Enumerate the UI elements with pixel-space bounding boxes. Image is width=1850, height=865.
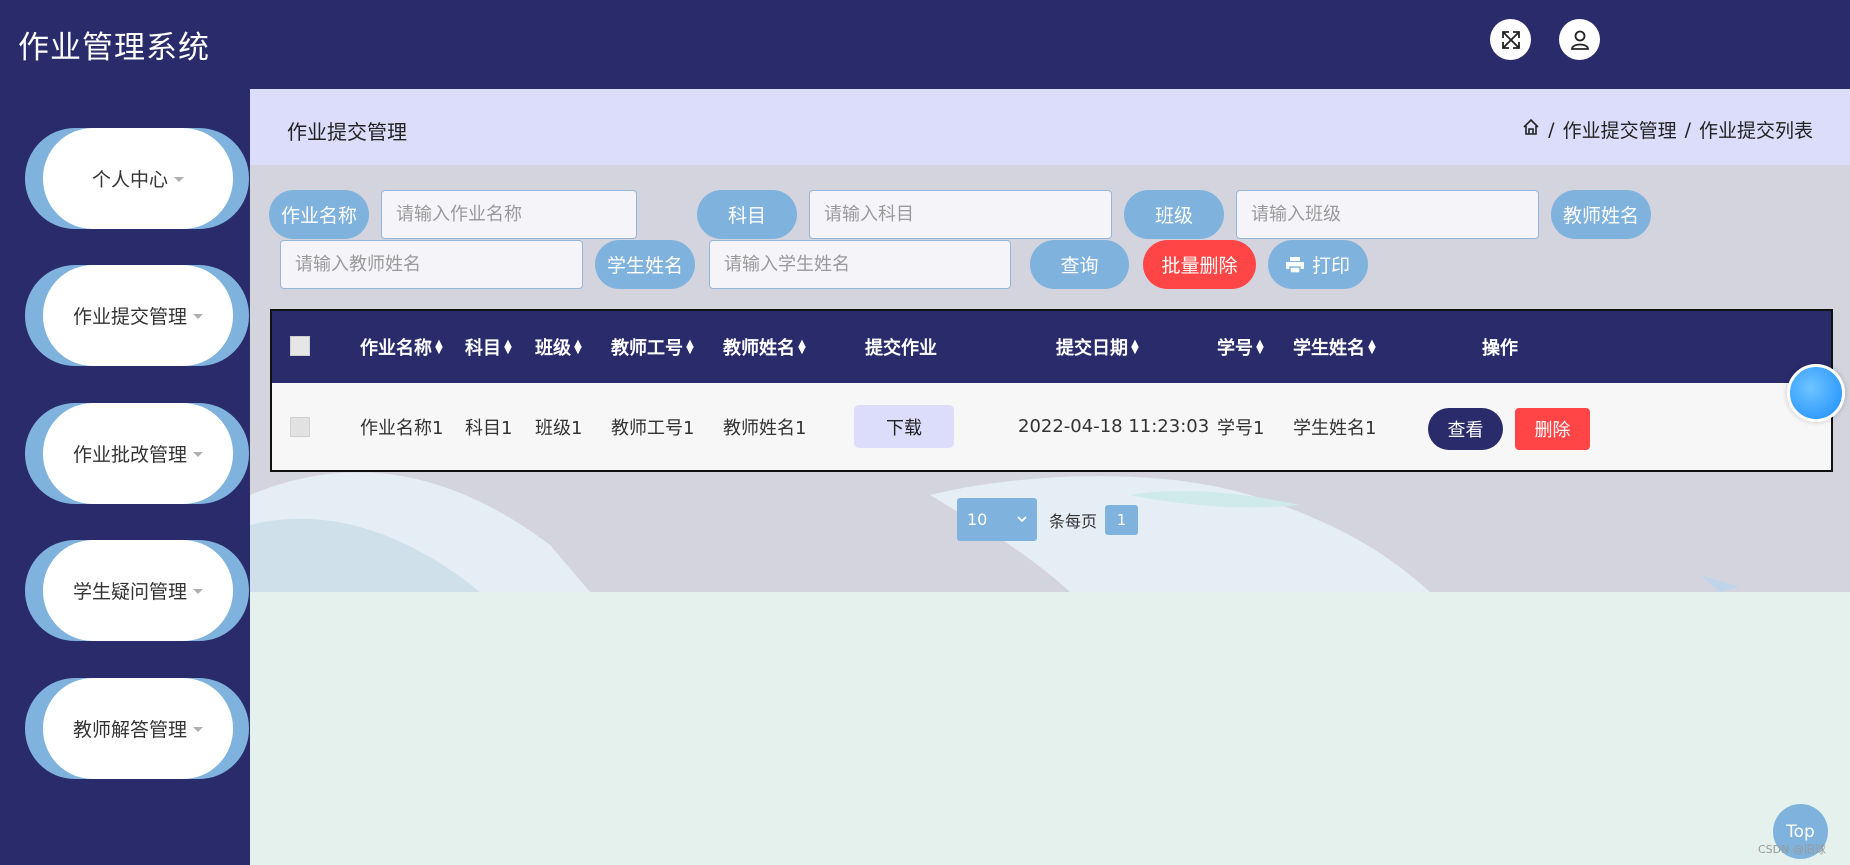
- main-content: 作业提交管理 / 作业提交管理 / 作业提交列表 作业名称 科目 班级 教师姓名…: [250, 89, 1850, 865]
- submission-table: 作业名称 ▲ ▼ 科目 ▲ ▼ 班级 ▲ ▼ 教师工号 ▲ ▼ 教师姓名 ▲ ▼ 提交作业 提交日期…: [270, 309, 1833, 472]
- watermark: CSDN @旧球: [1758, 843, 1826, 856]
- sidebar-item-question-management[interactable]: 学生疑问管理: [25, 540, 249, 641]
- search-label-teacher-name: 教师姓名: [1551, 190, 1651, 239]
- home-icon[interactable]: [1522, 118, 1540, 141]
- subject-input[interactable]: [809, 190, 1112, 239]
- view-button[interactable]: 查看: [1428, 408, 1503, 450]
- column-header-actions: 操作: [1482, 338, 1518, 359]
- print-button[interactable]: 打印: [1268, 240, 1368, 289]
- page-number-current[interactable]: 1: [1105, 505, 1138, 535]
- page-size-select[interactable]: 10: [957, 498, 1037, 541]
- cell-student-id: 学号1: [1217, 417, 1265, 439]
- sidebar-item-answer-management[interactable]: 教师解答管理: [25, 678, 249, 779]
- column-header-student-name[interactable]: 学生姓名 ▲ ▼: [1293, 311, 1377, 383]
- cell-teacher-id: 教师工号1: [611, 417, 695, 439]
- class-input[interactable]: [1236, 190, 1539, 239]
- user-icon[interactable]: [1559, 19, 1600, 60]
- sort-icon: ▲ ▼: [1131, 338, 1139, 356]
- cell-student-name: 学生姓名1: [1293, 417, 1377, 439]
- breadcrumb-item[interactable]: 作业提交管理: [1563, 116, 1677, 143]
- sidebar: 个人中心 作业提交管理 作业批改管理 学生疑问管理 教师解答管理: [0, 89, 250, 865]
- top-bar: 作业管理系统: [0, 0, 1850, 89]
- sidebar-item-grading-management[interactable]: 作业批改管理: [25, 403, 249, 504]
- breadcrumb-item: 作业提交列表: [1698, 120, 1813, 142]
- cell-class: 班级1: [535, 417, 583, 439]
- sidebar-item-label: 个人中心: [91, 169, 168, 191]
- select-all-checkbox[interactable]: [290, 336, 310, 356]
- column-header-submit-homework: 提交作业: [865, 338, 937, 359]
- teacher-name-input[interactable]: [280, 240, 583, 289]
- query-button[interactable]: 查询: [1030, 240, 1129, 289]
- column-header-submit-date[interactable]: 提交日期 ▲ ▼: [1056, 311, 1140, 383]
- row-checkbox[interactable]: [290, 417, 310, 437]
- delete-button[interactable]: 删除: [1515, 408, 1590, 450]
- breadcrumb-separator: /: [1684, 118, 1691, 141]
- breadcrumb-separator: /: [1548, 118, 1555, 141]
- sidebar-item-submission-management[interactable]: 作业提交管理: [25, 265, 249, 366]
- sort-icon: ▲ ▼: [1368, 338, 1376, 356]
- print-label: 打印: [1311, 255, 1350, 277]
- table-header: 作业名称 ▲ ▼ 科目 ▲ ▼ 班级 ▲ ▼ 教师工号 ▲ ▼ 教师姓名 ▲ ▼ 提交作业 提交日期…: [272, 311, 1831, 383]
- column-header-subject[interactable]: 科目 ▲ ▼: [465, 311, 513, 383]
- chevron-down-icon: [1017, 516, 1027, 523]
- sort-icon: ▲ ▼: [504, 338, 512, 356]
- caret-down-icon: [193, 589, 203, 594]
- sort-icon: ▲ ▼: [798, 338, 806, 356]
- printer-icon: [1285, 256, 1304, 273]
- search-label-student-name: 学生姓名: [595, 240, 695, 289]
- column-header-class[interactable]: 班级 ▲ ▼: [535, 311, 583, 383]
- sort-icon: ▲ ▼: [435, 338, 443, 356]
- caret-down-icon: [193, 727, 203, 732]
- page-title: 作业提交管理: [287, 120, 407, 144]
- sidebar-item-label: 教师解答管理: [72, 719, 187, 741]
- fullscreen-icon[interactable]: [1490, 19, 1531, 60]
- sort-icon: ▲ ▼: [1256, 338, 1264, 356]
- sidebar-item-label: 学生疑问管理: [72, 581, 187, 603]
- search-label-class: 班级: [1124, 190, 1224, 239]
- download-button[interactable]: 下载: [854, 405, 954, 448]
- search-label-subject: 科目: [697, 190, 797, 239]
- column-header-teacher-name[interactable]: 教师姓名 ▲ ▼: [723, 311, 807, 383]
- homework-name-input[interactable]: [381, 190, 637, 239]
- search-label-homework-name: 作业名称: [269, 190, 369, 239]
- sidebar-item-label: 作业提交管理: [72, 306, 187, 328]
- batch-delete-button[interactable]: 批量删除: [1143, 240, 1256, 289]
- cell-submit-date: 2022-04-18 11:23:03: [1018, 416, 1210, 437]
- per-page-label: 条每页: [1049, 512, 1098, 531]
- student-name-input[interactable]: [709, 240, 1011, 289]
- sidebar-item-personal-center[interactable]: 个人中心: [25, 128, 249, 229]
- column-header-homework-name[interactable]: 作业名称 ▲ ▼: [360, 311, 444, 383]
- cell-teacher-name: 教师姓名1: [723, 417, 807, 439]
- sidebar-item-label: 作业批改管理: [72, 444, 187, 466]
- cell-subject: 科目1: [465, 417, 513, 439]
- column-header-teacher-id[interactable]: 教师工号 ▲ ▼: [611, 311, 695, 383]
- column-header-student-id[interactable]: 学号 ▲ ▼: [1217, 311, 1265, 383]
- sort-icon: ▲ ▼: [574, 338, 582, 356]
- caret-down-icon: [193, 452, 203, 457]
- caret-down-icon: [193, 314, 203, 319]
- floating-assistant-ball[interactable]: [1787, 364, 1845, 422]
- caret-down-icon: [174, 177, 184, 182]
- breadcrumb: / 作业提交管理 / 作业提交列表: [1522, 116, 1813, 143]
- app-title: 作业管理系统: [18, 30, 210, 66]
- cell-homework-name: 作业名称1: [360, 417, 444, 439]
- page-header: 作业提交管理 / 作业提交管理 / 作业提交列表: [250, 89, 1850, 165]
- sort-icon: ▲ ▼: [686, 338, 694, 356]
